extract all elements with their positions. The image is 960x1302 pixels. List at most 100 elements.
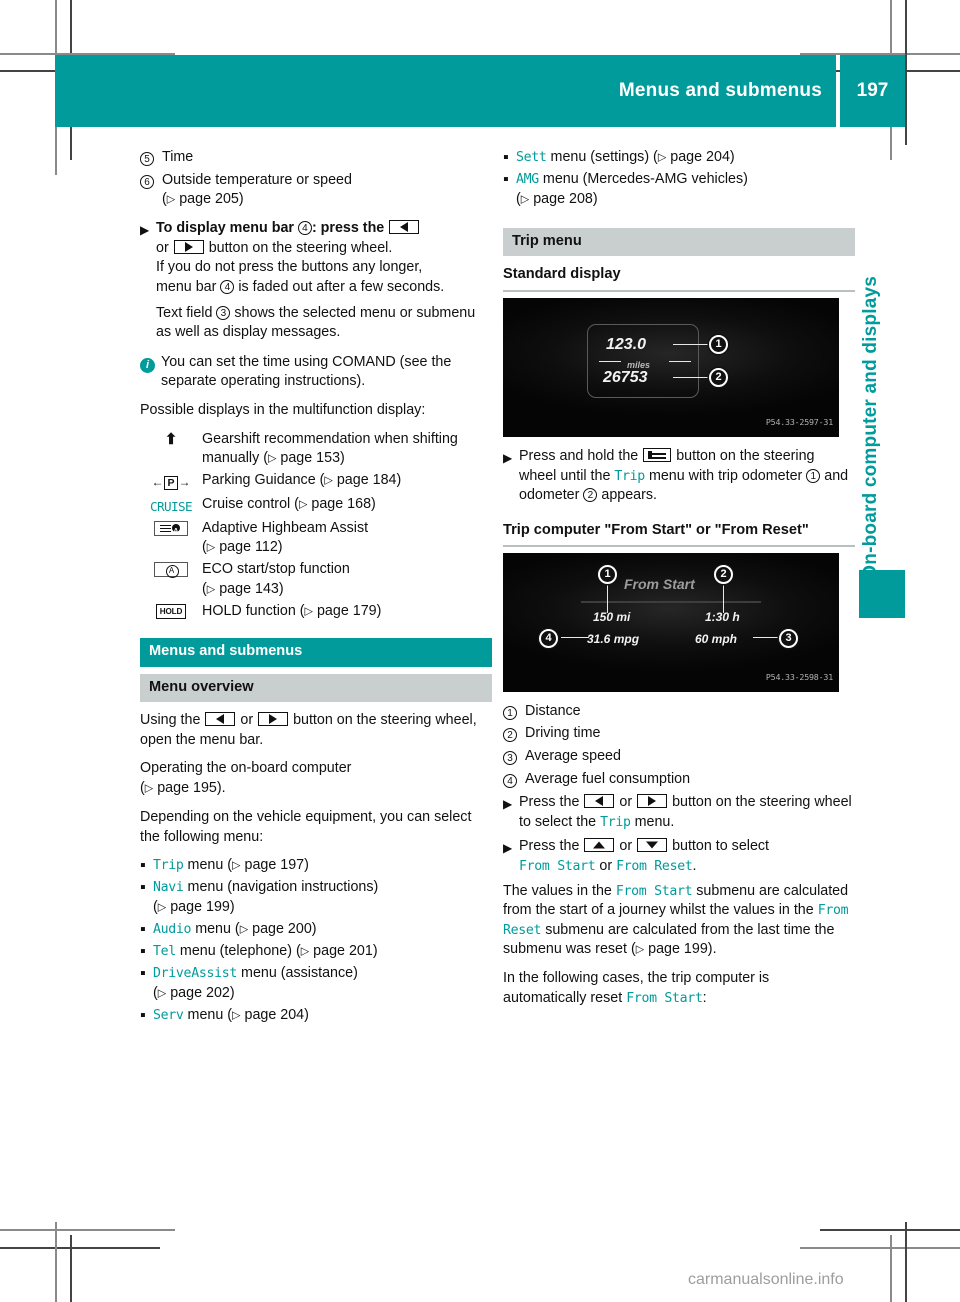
crop-mark-inner-bl-h — [0, 1229, 175, 1231]
bullet-icon: ▪ — [140, 1006, 146, 1024]
figure-standard-display: 123.0 miles 26753 1 2 P54.33-2597-31 — [503, 297, 839, 437]
menu-name: Trip — [614, 468, 645, 484]
symbol-row: CRUISE Cruise control (▷ page 168) — [140, 495, 492, 517]
steering-left-button-icon[interactable] — [389, 220, 420, 235]
steering-right-button-icon[interactable] — [258, 712, 289, 727]
paragraph-auto-reset: In the following cases, the trip compute… — [503, 970, 770, 1006]
figure1-trip-odometer-value: 123.0 — [606, 335, 647, 353]
page-ref-arrow-icon: ▷ — [232, 1009, 241, 1022]
crop-mark-inner-br-v — [890, 1235, 892, 1302]
watermark: carmanualsonline.info — [688, 1271, 844, 1288]
page-ref-arrow-icon: ▷ — [324, 474, 333, 487]
page-ref-arrow-icon: ▷ — [232, 859, 241, 872]
steering-left-button-icon[interactable] — [205, 712, 236, 727]
legend-text: Time — [162, 149, 194, 165]
legend-item: 5 Time — [140, 148, 492, 170]
bullet-icon: ▪ — [503, 149, 509, 166]
legend-text: Average fuel consumption — [525, 770, 691, 787]
menu-name: AMG — [516, 172, 539, 188]
ref-circle: 4 — [297, 221, 312, 236]
info-note: i You can set the time using COMAND (see… — [140, 353, 492, 392]
left-column: 5 Time 6 Outside temperature or speed (▷… — [140, 148, 492, 1028]
back-reset-button-icon[interactable] — [643, 447, 672, 462]
step-select-submenu: ▶ Press the or button to select From Sta… — [503, 837, 855, 876]
figure-trip-computer: From Start 1 2 150 mi 1:30 h 4 3 31.6 mp… — [503, 552, 839, 692]
legend-item: 3 Average speed — [503, 747, 855, 769]
figure2-distance-value: 150 mi — [593, 609, 631, 624]
symbol-row: ← P → Parking Guidance (▷ page 184) — [140, 471, 492, 493]
steering-right-button-icon[interactable] — [637, 794, 668, 809]
chapter-side-tab: On-board computer and displays — [851, 150, 891, 580]
bullet-icon: ▪ — [140, 879, 146, 897]
page-ref-arrow-icon: ▷ — [520, 193, 530, 206]
menu-bullet: ▪ Audio menu (▷ page 200) — [140, 920, 492, 940]
info-icon: i — [140, 353, 161, 392]
menu-name: Sett — [516, 150, 547, 165]
step-marker-icon: ▶ — [503, 450, 513, 465]
menu-bullet: ▪ Navi menu (navigation instructions) (▷… — [140, 878, 492, 918]
submenu-name: From Start — [626, 990, 703, 1006]
menu-bullet: ▪ AMG menu (Mercedes-AMG vehicles) (▷ pa… — [503, 170, 855, 210]
eco-start-stop-icon — [140, 560, 202, 600]
figure2-avg-speed-value: 60 mph — [695, 631, 738, 646]
heading-standard-display: Standard display — [503, 265, 855, 292]
figure2-avg-consumption-value: 31.6 mpg — [587, 631, 640, 646]
step-press-hold: ▶ Press and hold the button on the steer… — [503, 447, 855, 506]
legend-item: 4 Average fuel consumption — [503, 770, 855, 792]
legend-ref: 1 — [503, 702, 525, 724]
chapter-side-tab-label: On-board computer and displays — [860, 276, 881, 580]
menu-bullet: ▪ Tel menu (telephone) (▷ page 201) — [140, 942, 492, 962]
bullet-icon: ▪ — [140, 943, 146, 961]
callout-2: 2 — [714, 564, 733, 584]
steering-up-button-icon[interactable] — [584, 838, 615, 853]
crop-mark-bottom-left-v — [70, 1235, 72, 1302]
steering-down-button-icon[interactable] — [637, 838, 668, 853]
legend-text: Driving time — [525, 725, 601, 742]
steering-left-button-icon[interactable] — [584, 794, 615, 809]
section-heading-menus-and-submenus: Menus and submenus — [140, 637, 492, 667]
step-bold-lead: To display menu bar — [156, 220, 294, 237]
figure2-title: From Start — [624, 575, 695, 592]
figure2-caption: P54.33-2598-31 — [765, 672, 833, 683]
crop-mark-inner-bl-v — [55, 1222, 57, 1302]
menu-name: Serv — [153, 1007, 184, 1023]
page-ref-arrow-icon: ▷ — [157, 987, 167, 1000]
crop-mark-bottom-right-h — [800, 1247, 960, 1249]
menu-name: DriveAssist — [153, 966, 238, 982]
crop-mark-outer-tr-v — [905, 0, 907, 145]
callout-1: 1 — [709, 334, 728, 354]
menu-name: Tel — [153, 944, 176, 960]
page-number: 197 — [840, 55, 905, 127]
parking-guidance-icon: ← P → — [151, 475, 191, 491]
chapter-tab-block — [859, 570, 905, 618]
possible-displays-intro: Possible displays in the multifunction d… — [140, 402, 426, 419]
sub-heading-menu-overview: Menu overview — [140, 673, 492, 703]
symbol-row: Adaptive Highbeam Assist (▷ page 112) — [140, 519, 492, 559]
legend-ref: 4 — [503, 770, 525, 792]
legend-ref: 6 — [140, 171, 162, 211]
ref-circle: 1 — [806, 468, 821, 483]
callout-2: 2 — [709, 367, 728, 387]
page-ref-arrow-icon: ▷ — [300, 945, 310, 958]
steering-right-button-icon[interactable] — [173, 239, 204, 254]
crop-mark-outer-br-v — [905, 1222, 907, 1302]
figure2-driving-time-value: 1:30 h — [705, 609, 740, 624]
legend-text: Average speed — [525, 747, 621, 764]
figure1-odometer-value: 26753 — [603, 368, 648, 386]
page-title: Menus and submenus — [55, 55, 836, 127]
step-marker-icon: ▶ — [503, 841, 513, 856]
bullet-icon: ▪ — [503, 171, 509, 189]
menu-name: Trip — [600, 814, 631, 830]
paragraph-depending-equipment: Depending on the vehicle equipment, you … — [140, 809, 472, 845]
symbol-row: HOLD HOLD function (▷ page 179) — [140, 602, 492, 622]
page-ref-arrow-icon: ▷ — [166, 193, 176, 206]
legend-text: Outside temperature or speed (▷ page 205… — [162, 171, 352, 208]
page-ref-arrow-icon: ▷ — [206, 541, 216, 554]
ref-circle: 2 — [583, 488, 598, 503]
figure1-caption: P54.33-2597-31 — [765, 417, 833, 428]
page-ref-arrow-icon: ▷ — [267, 452, 277, 465]
cruise-icon: CRUISE — [150, 498, 193, 514]
legend-ref: 2 — [503, 724, 525, 746]
page-ref-arrow-icon: ▷ — [657, 151, 667, 164]
menu-bullet: ▪ Trip menu (▷ page 197) — [140, 856, 492, 876]
